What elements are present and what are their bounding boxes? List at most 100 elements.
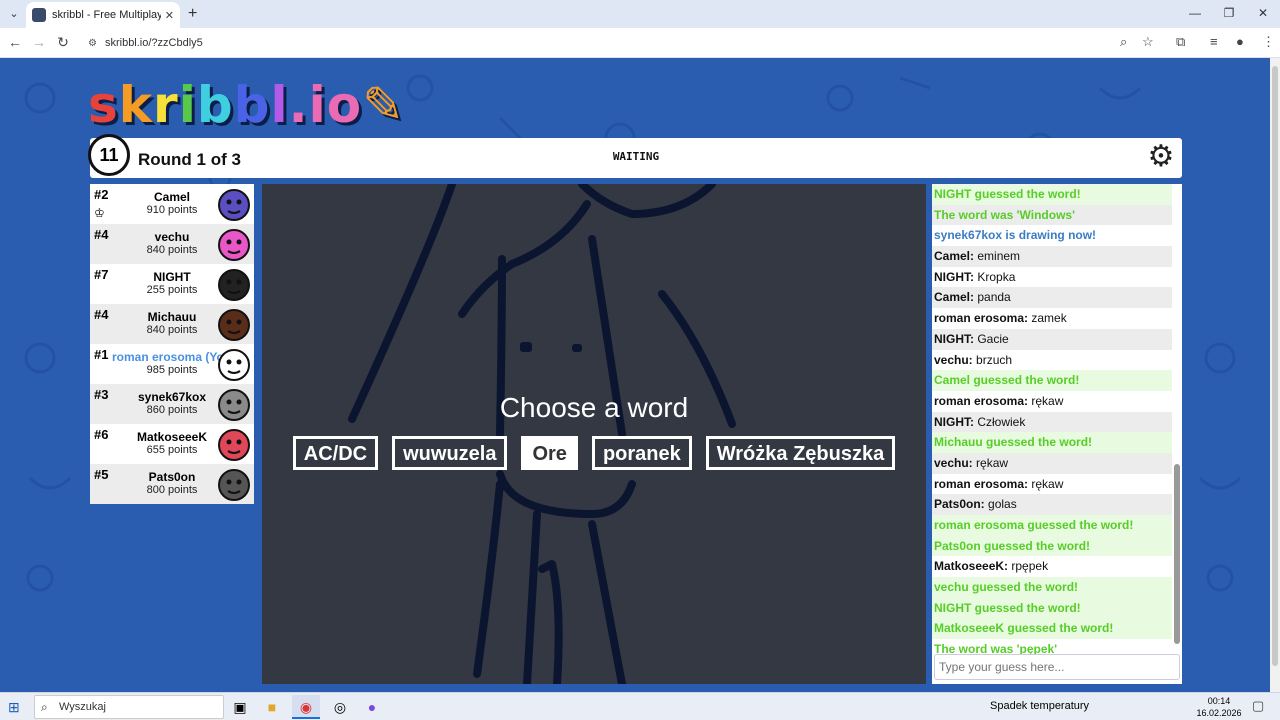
player-name: roman erosoma (You)	[112, 350, 232, 364]
extensions-icon[interactable]: ⧉	[1176, 34, 1185, 50]
chat-message: NIGHT: Kropka	[932, 267, 1172, 288]
player-row[interactable]: #2 ♔ Camel 910 points	[90, 184, 254, 224]
zoom-icon[interactable]: ⌕	[1120, 34, 1127, 50]
chat-text: panda	[977, 290, 1011, 305]
player-name: Michauu	[147, 310, 197, 324]
browser-tab[interactable]: skribbl - Free Multiplayer Draw ✕	[26, 2, 180, 28]
chat-messages: NIGHT guessed the word! The word was 'Win…	[932, 184, 1172, 654]
player-row[interactable]: #1 roman erosoma (You) 985 points	[90, 344, 254, 384]
player-row[interactable]: #7 NIGHT 255 points	[90, 264, 254, 304]
skribbl-logo: skribbl.io✎	[88, 76, 405, 134]
forward-icon[interactable]: →	[30, 34, 48, 50]
word-choice-4[interactable]: poranek	[591, 436, 692, 470]
player-rank: #6	[94, 427, 109, 442]
chat-message: Pats0on: golas	[932, 494, 1172, 515]
chat-message: Michauu guessed the word!	[932, 432, 1172, 453]
app-icon[interactable]: ◎	[326, 695, 354, 719]
word-choices: AC/DC wuwuzela Ore poranek Wróżka Zębusz…	[262, 436, 926, 470]
settings-gear-icon[interactable]: ⚙	[1144, 140, 1178, 174]
game-status: WAITING	[612, 150, 660, 163]
profile-avatar[interactable]: ●	[1236, 34, 1244, 49]
player-points: 910 points	[146, 204, 198, 216]
chat-message: roman erosoma: zamek	[932, 308, 1172, 329]
skribbl-page: skribbl.io✎ 11 Round 1 of 3 WAITING ⚙ #2…	[0, 58, 1270, 692]
menu-icon[interactable]: ⋮	[1262, 34, 1275, 50]
chat-message: The word was 'pępek'	[934, 642, 1058, 654]
chat-user: roman erosoma:	[934, 311, 1029, 326]
player-row[interactable]: #3 synek67kox 860 points	[90, 384, 254, 424]
task-view-icon[interactable]: ▣	[226, 695, 254, 719]
player-rank: #7	[94, 267, 109, 282]
player-avatar	[218, 389, 250, 421]
chrome-icon[interactable]: ◉	[292, 695, 320, 719]
windows-start-icon[interactable]: ⊞	[8, 699, 20, 716]
chat-user: MatkoseeeK:	[934, 559, 1009, 574]
tab-list-icon[interactable]: ⌄	[6, 6, 22, 22]
canvas-drawing	[348, 184, 736, 684]
guess-input[interactable]	[934, 654, 1180, 680]
player-avatar	[218, 309, 250, 341]
drawing-canvas[interactable]: Choose a word AC/DC wuwuzela Ore poranek…	[262, 184, 926, 684]
close-window-icon[interactable]: ✕	[1246, 0, 1280, 28]
player-points: 985 points	[146, 364, 198, 376]
page-scrollbar[interactable]	[1270, 58, 1280, 692]
player-points: 860 points	[146, 404, 198, 416]
player-name: MatkoseeeK	[136, 430, 208, 444]
chat-text: Kropka	[977, 269, 1016, 284]
notifications-icon[interactable]: ▢	[1252, 698, 1264, 714]
chat-message: MatkoseeeK: rpępek	[932, 556, 1172, 577]
chat-scrollbar[interactable]	[1174, 184, 1180, 654]
address-bar-row: ← → ↻ ⚙ skribbl.io/?zzCbdly5 ⌕ ☆ ⧉ ≡ ● ⋮	[0, 28, 1280, 58]
chat-user: vechu:	[934, 455, 973, 470]
chat-message: NIGHT guessed the word!	[932, 597, 1172, 619]
chat-text: rękaw	[976, 455, 1009, 470]
chat-message: Camel: panda	[932, 287, 1172, 309]
player-rank: #2	[94, 187, 109, 202]
back-icon[interactable]: ←	[6, 34, 24, 50]
player-points: 840 points	[146, 244, 198, 256]
media-icon[interactable]: ≡	[1210, 34, 1218, 49]
player-name: vechu	[154, 230, 190, 244]
chat-message: roman erosoma guessed the word!	[932, 515, 1172, 536]
url-text: skribbl.io/?zzCbdly5	[104, 37, 203, 49]
crown-icon: ♔	[94, 206, 105, 220]
chat-message: synek67kox is drawing now!	[934, 228, 1097, 243]
reload-icon[interactable]: ↻	[54, 34, 72, 51]
word-choice-1[interactable]: AC/DC	[292, 436, 379, 470]
file-explorer-icon[interactable]: ■	[258, 695, 286, 719]
word-choice-2[interactable]: wuwuzela	[392, 436, 508, 470]
minimize-icon[interactable]: —	[1178, 0, 1212, 28]
chat-message: vechu guessed the word!	[932, 577, 1172, 598]
chat-text: zamek	[1031, 311, 1067, 326]
close-tab-icon[interactable]: ✕	[165, 9, 174, 22]
word-choice-5[interactable]: Wróżka Zębuszka	[705, 436, 896, 470]
chat-message: MatkoseeeK guessed the word!	[932, 618, 1172, 640]
player-row[interactable]: #6 MatkoseeeK 655 points	[90, 424, 254, 464]
site-info-icon[interactable]: ⚙	[88, 38, 97, 49]
bookmark-star-icon[interactable]: ☆	[1142, 34, 1154, 50]
player-avatar	[218, 229, 250, 261]
chat-text: Gacie	[977, 331, 1009, 346]
chat-panel: NIGHT guessed the word! The word was 'Win…	[932, 184, 1182, 684]
player-row[interactable]: #5 Pats0on 800 points	[90, 464, 254, 504]
chat-text: rpępek	[1011, 559, 1049, 574]
url-bar[interactable]: ⚙ skribbl.io/?zzCbdly5	[80, 31, 1160, 55]
player-row[interactable]: #4 vechu 840 points	[90, 224, 254, 264]
system-clock[interactable]: 00:14 16.02.2026	[1196, 695, 1242, 719]
restore-icon[interactable]: ❐	[1212, 0, 1246, 28]
chat-message: roman erosoma: rękaw	[932, 391, 1172, 412]
player-rank: #4	[94, 307, 109, 322]
weather-widget[interactable]: Spadek temperatury	[990, 700, 1089, 712]
discord-icon[interactable]: ●	[358, 695, 386, 719]
player-name: Camel	[153, 190, 191, 204]
word-choice-3[interactable]: Ore	[521, 436, 578, 470]
player-name: synek67kox	[137, 390, 207, 404]
chat-message: NIGHT: Gacie	[932, 328, 1172, 350]
player-points: 840 points	[146, 324, 198, 336]
player-row[interactable]: #4 Michauu 840 points	[90, 304, 254, 344]
player-avatar	[218, 269, 250, 301]
new-tab-icon[interactable]: +	[188, 5, 197, 23]
taskbar-search[interactable]: ⌕ Wyszukaj	[34, 695, 224, 719]
player-name: NIGHT	[153, 270, 191, 284]
chat-user: Camel:	[934, 290, 975, 305]
